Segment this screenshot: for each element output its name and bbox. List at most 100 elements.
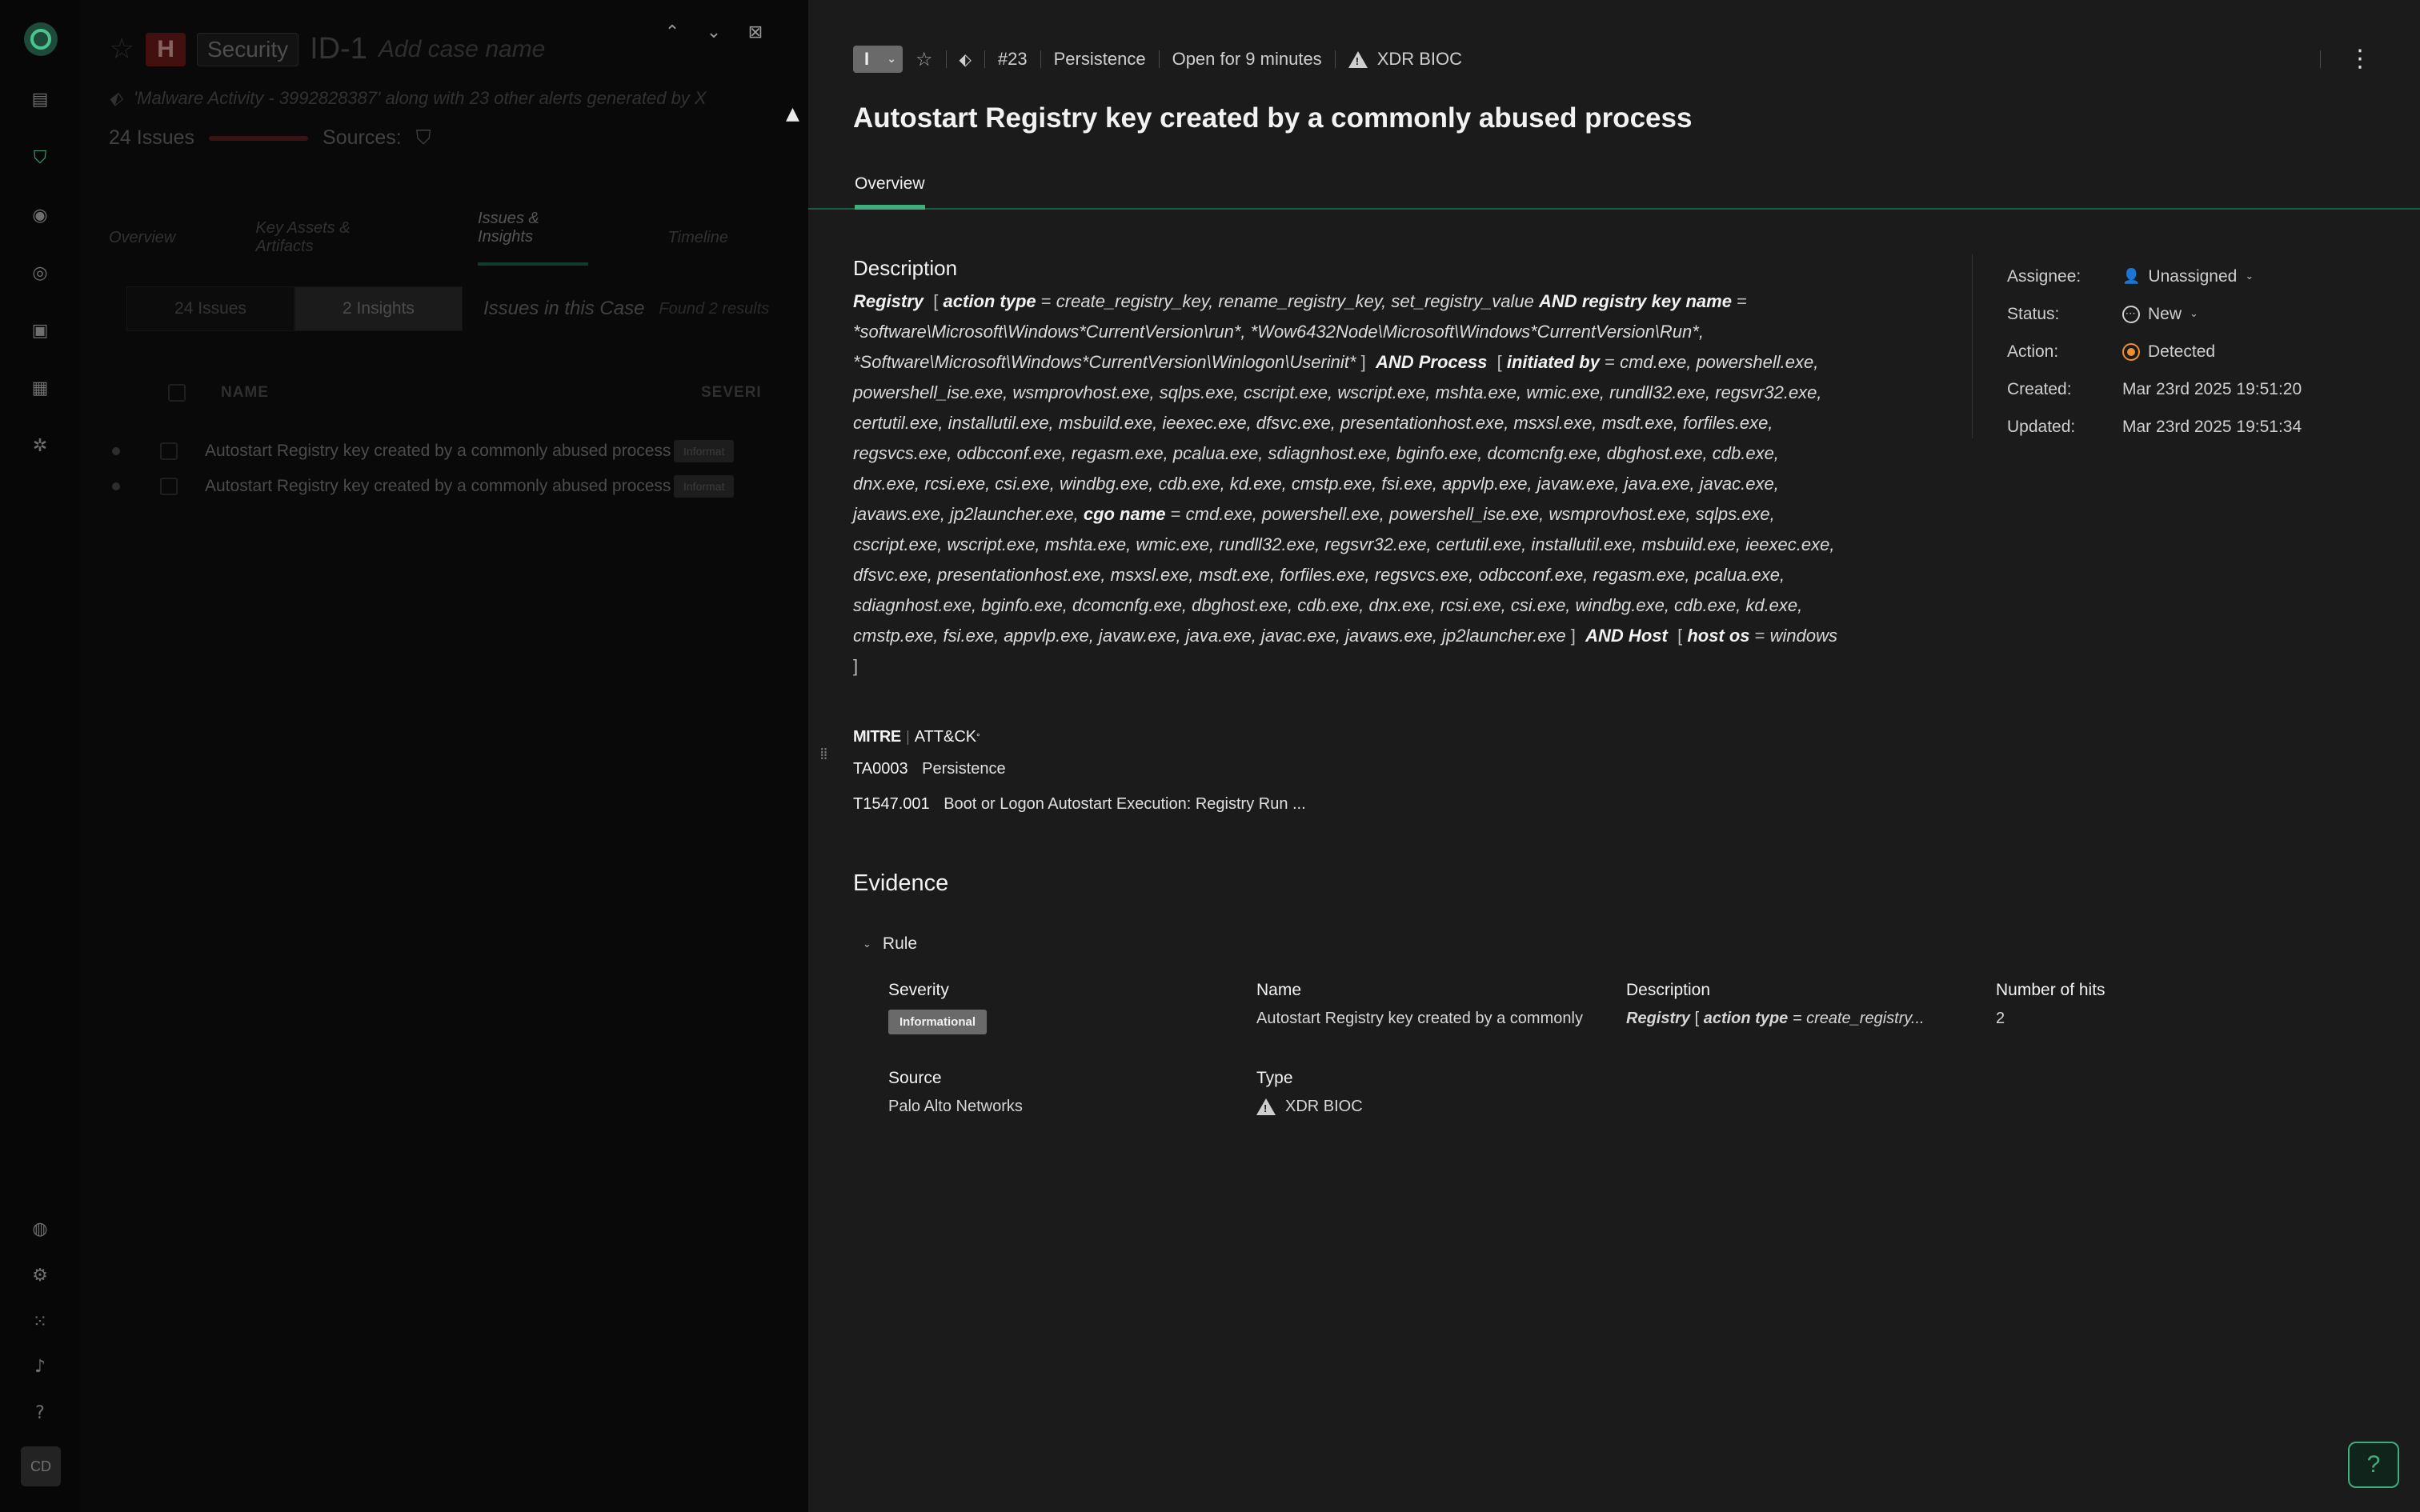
- issue-detail-panel: ⁞⁞ I ⌄ ☆ ⬖ #23 Persistence Open for 9 mi…: [808, 0, 2420, 1512]
- left-nav: ▤ ⛉ ◉ ◎ ▣ ▦ ✲ ◍ ⚙ ⁙ ♪ ? CD: [0, 0, 80, 1512]
- star-icon[interactable]: ☆: [916, 48, 933, 70]
- gear-icon[interactable]: ⚙: [24, 1259, 56, 1291]
- network-icon[interactable]: ✲: [24, 430, 56, 462]
- filter-issues-pill[interactable]: 24 Issues: [126, 286, 294, 331]
- row-checkbox[interactable]: [160, 478, 178, 495]
- description-heading: Description: [853, 256, 958, 280]
- bioc-warning-icon: [1348, 50, 1368, 68]
- dashboard-icon[interactable]: ▤: [24, 83, 56, 115]
- severity-dropdown[interactable]: I ⌄: [853, 46, 903, 73]
- row-checkbox[interactable]: [160, 442, 178, 460]
- eye-icon[interactable]: ◉: [24, 199, 56, 231]
- column-severity[interactable]: SEVERI: [701, 384, 762, 402]
- divider: [984, 50, 985, 68]
- rule-section-toggle[interactable]: ⌄ Rule: [863, 934, 917, 954]
- case-alert-description-text: 'Malware Activity - 3992828387' along wi…: [133, 88, 707, 108]
- cortex-icon[interactable]: ◍: [24, 1213, 56, 1245]
- row-severity-badge: Informat: [674, 475, 735, 498]
- status-new-icon: ···: [2122, 305, 2140, 323]
- case-tab-timeline[interactable]: Timeline: [668, 229, 728, 247]
- star-icon[interactable]: ☆: [109, 33, 134, 66]
- status-dropdown[interactable]: ··· New ⌄: [2122, 305, 2198, 324]
- updated-value: Mar 23rd 2025 19:51:34: [2122, 417, 2302, 436]
- updated-row: Updated: Mar 23rd 2025 19:51:34: [2007, 408, 2302, 446]
- action-type-label: action type: [943, 291, 1036, 311]
- issues-filter-bar: 24 Issues 2 Insights Issues in this Case…: [126, 286, 769, 331]
- status-value: New: [2148, 304, 2182, 323]
- initiated-by-label: initiated by: [1506, 352, 1600, 372]
- name-label: Name: [1256, 981, 1302, 999]
- mitre-technique[interactable]: T1547.001 Boot or Logon Autostart Execut…: [853, 795, 1306, 814]
- description-rest: = create_registry...: [1792, 1010, 1925, 1027]
- technique-name: Boot or Logon Autostart Execution: Regis…: [944, 795, 1306, 813]
- more-options-icon[interactable]: ⋮: [2348, 45, 2372, 74]
- chevron-down-icon: ⌄: [2190, 308, 2198, 320]
- severity-label: Severity: [888, 981, 949, 999]
- panel-navigation-controls: ⌃ ⌄ ⊠: [659, 19, 768, 45]
- user-icon: 👤: [2122, 268, 2141, 285]
- mitre-brand: MITRE: [853, 728, 901, 746]
- and-label: AND: [1539, 291, 1577, 311]
- issues-count: 24 Issues: [109, 126, 195, 149]
- table-row[interactable]: Autostart Registry key created by a comm…: [112, 475, 735, 498]
- close-panel-icon[interactable]: ⊠: [743, 19, 768, 45]
- table-row[interactable]: Autostart Registry key created by a comm…: [112, 440, 735, 462]
- case-id: ID-1: [310, 32, 367, 66]
- chevron-down-icon: ⌄: [2245, 270, 2254, 282]
- assignee-row: Assignee: 👤 Unassigned ⌄: [2007, 258, 2302, 295]
- issue-meta: Assignee: 👤 Unassigned ⌄ Status: ··· New…: [2007, 258, 2302, 446]
- clipboard-icon[interactable]: ▣: [24, 314, 56, 346]
- column-name[interactable]: NAME: [221, 384, 701, 402]
- case-tab-key-assets[interactable]: Key Assets & Artifacts: [255, 219, 398, 256]
- mitre-attack-logo: MITRE ATT&CK °: [853, 728, 980, 746]
- chevron-up-icon[interactable]: ⌃: [659, 19, 685, 45]
- drag-handle-icon[interactable]: ⁞⁞: [819, 744, 828, 763]
- divider: [945, 50, 947, 68]
- tab-overview[interactable]: Overview: [855, 174, 925, 210]
- severity-letter: I: [864, 49, 870, 69]
- equals: =: [1040, 291, 1052, 311]
- cgo-name-values: cmd.exe, powershell.exe, powershell_ise.…: [853, 504, 1835, 646]
- apps-grid-icon[interactable]: ⁙: [24, 1306, 56, 1338]
- category-label: Persistence: [1053, 49, 1146, 69]
- description-body: Registry [ action type = create_registry…: [853, 291, 1838, 676]
- avatar[interactable]: CD: [21, 1446, 61, 1486]
- evidence-type: Type XDR BIOC: [1256, 1069, 1363, 1116]
- tag-icon[interactable]: ⬖: [960, 50, 972, 69]
- shield-icon[interactable]: ⛉: [24, 142, 56, 174]
- case-tab-overview[interactable]: Overview: [109, 229, 175, 247]
- help-icon[interactable]: ?: [24, 1397, 56, 1429]
- target-icon[interactable]: ◎: [24, 257, 56, 289]
- filter-insights-pill[interactable]: 2 Insights: [294, 286, 463, 331]
- action-type-values: create_registry_key, rename_registry_key…: [1056, 291, 1534, 311]
- assignee-dropdown[interactable]: 👤 Unassigned ⌄: [2122, 267, 2254, 286]
- chevron-down-icon[interactable]: ⌄: [701, 19, 727, 45]
- found-results-text: Found 2 results: [659, 299, 770, 318]
- case-domain-badge[interactable]: Security: [196, 32, 299, 66]
- registry-label: Registry: [853, 291, 924, 311]
- updated-label: Updated:: [2007, 417, 2076, 436]
- case-background-view: ☆ H Security ID-1 Add case name ⬖ 'Malwa…: [80, 0, 808, 1512]
- created-value: Mar 23rd 2025 19:51:20: [2122, 379, 2302, 398]
- equals: =: [1754, 626, 1765, 646]
- bell-icon[interactable]: ♪: [24, 1350, 56, 1382]
- open-duration: Open for 9 minutes: [1172, 49, 1322, 69]
- help-button[interactable]: ?: [2348, 1442, 2399, 1488]
- modules-icon[interactable]: ▦: [24, 372, 56, 404]
- tactic-name: Persistence: [922, 760, 1006, 778]
- divider: [1040, 50, 1041, 68]
- sources-label: Sources:: [323, 126, 402, 149]
- warning-icon: ▲: [786, 104, 799, 124]
- created-row: Created: Mar 23rd 2025 19:51:20: [2007, 370, 2302, 408]
- source-shield-icon: ⛉: [415, 126, 431, 149]
- source-label: Source: [888, 1069, 942, 1087]
- divider: [2320, 50, 2321, 68]
- select-all-checkbox[interactable]: [168, 384, 186, 402]
- cortex-logo-icon[interactable]: [24, 22, 58, 56]
- evidence-description: Description Registry [ action type = cre…: [1626, 981, 1925, 1028]
- case-tab-issues-insights[interactable]: Issues & Insights: [478, 210, 588, 266]
- case-name-input[interactable]: Add case name: [379, 36, 545, 63]
- detected-icon: [2122, 342, 2140, 361]
- issues-list-title: Issues in this Case: [483, 298, 645, 319]
- case-severity-badge[interactable]: H: [146, 32, 186, 66]
